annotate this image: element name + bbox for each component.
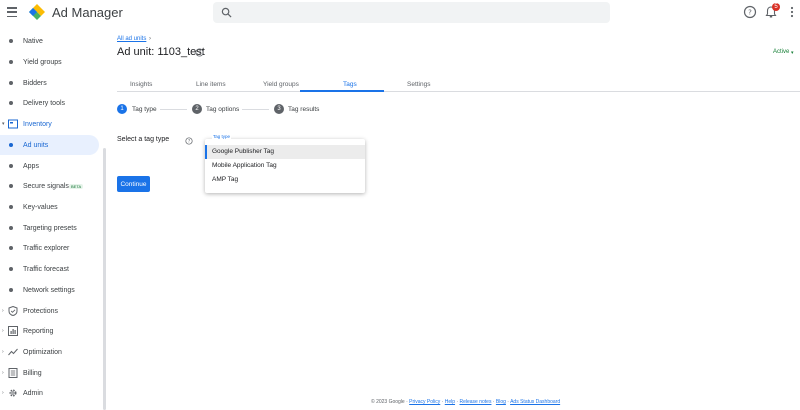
brand-name: Ad Manager [52,5,123,20]
chevron-right-icon: › [2,349,4,355]
sidebar-item-bidders[interactable]: Bidders [0,73,99,93]
beta-badge: BETA [69,184,84,189]
step-connector [160,109,187,110]
bullet-icon [9,205,13,209]
search-input[interactable] [213,2,610,23]
tab-line-items[interactable]: Line items [196,81,226,88]
sidebar-item-reporting[interactable]: › Reporting [0,321,99,341]
continue-button[interactable]: Continue [117,176,150,192]
sidebar-item-secure-signals[interactable]: Secure signals BETA [0,176,99,196]
top-bar: Ad Manager ? 5 [0,0,800,26]
sidebar: Native Yield groups Bidders Delivery too… [0,26,106,410]
sidebar-scrollbar[interactable] [103,148,106,410]
chevron-right-icon: › [2,390,4,396]
sidebar-item-delivery-tools[interactable]: Delivery tools [0,93,99,113]
sidebar-item-network-settings[interactable]: Network settings [0,280,99,300]
search-icon [221,7,232,18]
reporting-icon [8,326,18,336]
bullet-icon [9,267,13,271]
bullet-icon [9,226,13,230]
shield-icon [8,306,18,316]
sidebar-item-inventory[interactable]: ▾ Inventory [0,114,99,134]
tab-insights[interactable]: Insights [130,81,152,88]
footer-link-help[interactable]: Help [445,399,455,405]
bullet-icon [9,60,13,64]
sidebar-item-optimization[interactable]: › Optimization [0,342,99,362]
svg-text:?: ? [198,50,201,56]
sidebar-item-protections[interactable]: › Protections [0,301,99,321]
bullet-icon [9,81,13,85]
svg-text:?: ? [748,9,752,17]
breadcrumb-all-ad-units[interactable]: All ad units [117,36,146,42]
chevron-down-icon: ▾ [2,121,5,127]
more-vert-icon[interactable] [785,5,799,19]
help-icon[interactable]: ? [195,48,204,57]
tag-type-label: Select a tag type [117,136,170,143]
sidebar-item-yield-groups[interactable]: Yield groups [0,52,99,72]
notification-badge: 5 [772,3,780,11]
chevron-down-icon: ▾ [791,50,794,56]
sidebar-item-native[interactable]: Native [0,31,99,51]
bullet-icon [9,164,13,168]
tab-bar: Insights Line items Yield groups Tags Se… [117,78,800,92]
active-tab-indicator [300,90,384,92]
bullet-icon [9,143,13,147]
step-number: 2 [192,104,202,114]
page-title: Ad unit: 1103_test [117,46,205,58]
focus-indicator [205,145,207,159]
status-dropdown[interactable]: Active [773,49,789,55]
tab-tags[interactable]: Tags [343,81,357,88]
tab-yield-groups[interactable]: Yield groups [263,81,299,88]
chevron-right-icon: › [2,370,4,376]
gear-icon [9,389,17,397]
step-connector [242,109,269,110]
footer-link-privacy[interactable]: Privacy Policy [409,399,440,405]
ad-manager-logo-icon [29,4,45,20]
tag-type-dropdown[interactable]: Google Publisher Tag Mobile Application … [205,139,365,193]
billing-icon [8,368,18,378]
sidebar-item-billing[interactable]: › Billing [0,363,99,383]
sidebar-item-targeting-presets[interactable]: Targeting presets [0,218,99,238]
footer-link-blog[interactable]: Blog [496,399,506,405]
chevron-right-icon: › [2,328,4,334]
option-google-publisher-tag[interactable]: Google Publisher Tag [205,145,365,159]
help-icon[interactable]: ? [743,5,757,19]
help-icon[interactable]: ? [185,137,193,145]
option-mobile-application-tag[interactable]: Mobile Application Tag [205,159,365,173]
bullet-icon [9,39,13,43]
option-amp-tag[interactable]: AMP Tag [205,173,365,187]
bullet-icon [9,246,13,250]
inventory-icon [8,119,18,129]
sidebar-item-traffic-explorer[interactable]: Traffic explorer [0,238,99,258]
footer-copyright: © 2023 Google · [371,399,410,405]
dropdown-legend: Tag type [212,134,232,139]
bullet-icon [9,288,13,292]
footer-link-release-notes[interactable]: Release notes [459,399,491,405]
tab-settings[interactable]: Settings [407,81,431,88]
sidebar-item-ad-units[interactable]: Ad units [0,135,99,155]
step-number: 1 [117,104,127,114]
footer-link-ads-status[interactable]: Ads Status Dashboard [510,399,560,405]
step-label: Tag options [206,105,240,113]
trending-icon [8,348,18,356]
sidebar-item-apps[interactable]: Apps [0,156,99,176]
step-label: Tag type [132,105,157,113]
breadcrumb-separator: › [149,36,151,42]
step-label: Tag results [288,105,320,113]
footer: © 2023 Google · Privacy Policy · Help · … [371,399,561,405]
sidebar-item-admin[interactable]: › Admin [0,383,99,403]
chevron-right-icon: › [2,308,4,314]
sidebar-item-key-values[interactable]: Key-values [0,197,99,217]
bullet-icon [9,184,13,188]
bullet-icon [9,101,13,105]
step-number: 3 [274,104,284,114]
sidebar-item-traffic-forecast[interactable]: Traffic forecast [0,259,99,279]
menu-icon[interactable] [7,6,17,18]
